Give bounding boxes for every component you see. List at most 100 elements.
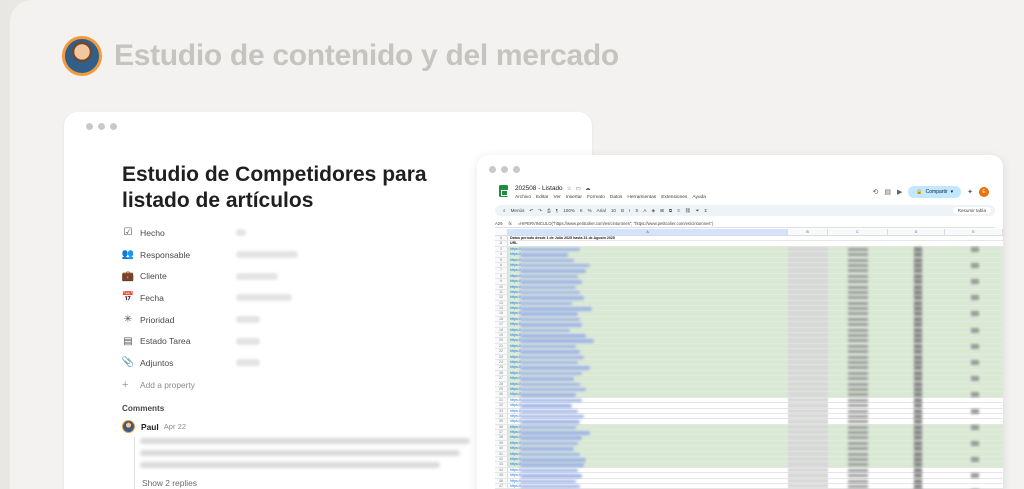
data-cell[interactable]: [788, 311, 828, 316]
data-cell[interactable]: [945, 322, 1003, 326]
data-cell[interactable]: [788, 338, 828, 343]
row-number[interactable]: 21: [495, 343, 508, 349]
data-cell[interactable]: [788, 424, 828, 430]
data-cell[interactable]: [945, 327, 1003, 333]
data-cell[interactable]: [888, 311, 945, 317]
row-number[interactable]: 23: [495, 354, 508, 359]
row-number[interactable]: 16: [495, 316, 508, 322]
data-cell[interactable]: [888, 262, 945, 268]
data-cell[interactable]: [828, 473, 888, 478]
zoom-select[interactable]: 100%: [563, 208, 575, 213]
data-cell[interactable]: [945, 359, 1003, 365]
row-number[interactable]: 6: [495, 262, 508, 268]
row-number[interactable]: 19: [495, 333, 508, 338]
data-cell[interactable]: [828, 279, 888, 284]
property-value-blurred[interactable]: [236, 229, 246, 237]
data-cell[interactable]: [888, 419, 945, 425]
data-cell[interactable]: [945, 376, 1003, 382]
data-cell[interactable]: [888, 338, 945, 344]
data-cell[interactable]: [788, 289, 828, 295]
url-cell[interactable]: https://: [508, 468, 788, 473]
undo-icon[interactable]: ↶: [529, 208, 533, 214]
video-call-icon[interactable]: ▶: [897, 188, 902, 196]
data-cell[interactable]: [788, 478, 828, 483]
data-cell[interactable]: [788, 349, 828, 354]
data-cell[interactable]: [888, 365, 945, 371]
data-cell[interactable]: [828, 322, 888, 327]
functions-icon[interactable]: Σ: [704, 208, 707, 213]
data-cell[interactable]: [828, 268, 888, 273]
row-number[interactable]: 11: [495, 289, 508, 295]
data-cell[interactable]: [828, 236, 888, 240]
data-cell[interactable]: [828, 365, 888, 370]
row-number[interactable]: 18: [495, 327, 508, 333]
data-cell[interactable]: [788, 467, 828, 473]
row-number[interactable]: 42: [495, 457, 508, 462]
data-cell[interactable]: [828, 344, 888, 348]
data-cell[interactable]: [945, 290, 1003, 294]
comment-author[interactable]: Paul: [141, 422, 159, 432]
data-cell[interactable]: [888, 386, 945, 392]
property-value-blurred[interactable]: [236, 337, 260, 345]
column-header[interactable]: B: [788, 229, 828, 235]
data-cell[interactable]: [945, 349, 1003, 353]
data-cell[interactable]: [945, 252, 1003, 256]
data-cell[interactable]: [945, 311, 1003, 317]
data-cell[interactable]: [945, 484, 1003, 488]
window-dot-icon[interactable]: [489, 166, 496, 173]
data-cell[interactable]: [788, 354, 828, 359]
data-cell[interactable]: [788, 295, 828, 300]
data-cell[interactable]: [888, 462, 945, 468]
data-cell[interactable]: [888, 268, 945, 274]
data-cell[interactable]: [888, 284, 945, 290]
data-cell[interactable]: [788, 273, 828, 279]
data-cell[interactable]: [945, 365, 1003, 369]
url-cell[interactable]: https://: [508, 252, 788, 257]
data-cell[interactable]: [788, 451, 828, 457]
column-header[interactable]: C: [828, 229, 888, 235]
url-cell[interactable]: https://: [508, 311, 788, 316]
data-cell[interactable]: [788, 279, 828, 284]
data-cell[interactable]: [788, 430, 828, 435]
data-cell[interactable]: [788, 408, 828, 413]
row-number[interactable]: 9: [495, 279, 508, 284]
select-all-corner[interactable]: [495, 229, 508, 235]
data-cell[interactable]: [945, 452, 1003, 456]
data-cell[interactable]: [888, 289, 945, 295]
url-cell[interactable]: https://: [508, 349, 788, 354]
data-cell[interactable]: [828, 306, 888, 311]
data-cell[interactable]: [788, 284, 828, 289]
row-number[interactable]: 46: [495, 478, 508, 483]
data-cell[interactable]: [828, 274, 888, 278]
data-cell[interactable]: [888, 430, 945, 436]
property-value-blurred[interactable]: [236, 359, 260, 367]
data-cell[interactable]: [788, 483, 828, 489]
data-cell[interactable]: [888, 333, 945, 339]
data-cell[interactable]: [788, 435, 828, 440]
paint-format-icon[interactable]: ¶: [556, 208, 558, 213]
data-cell[interactable]: [788, 376, 828, 381]
row-number[interactable]: 32: [495, 403, 508, 408]
url-cell[interactable]: https://: [508, 322, 788, 327]
data-cell[interactable]: [888, 440, 945, 446]
data-cell[interactable]: [828, 484, 888, 488]
url-cell[interactable]: https://: [508, 382, 788, 387]
url-cell[interactable]: URL: [508, 241, 788, 245]
row-number[interactable]: 44: [495, 467, 508, 473]
url-cell[interactable]: https://: [508, 333, 788, 338]
row-number[interactable]: 29: [495, 386, 508, 392]
data-cell[interactable]: [888, 413, 945, 419]
sheets-logo-icon[interactable]: [499, 185, 508, 197]
user-avatar[interactable]: E: [979, 187, 989, 197]
data-cell[interactable]: [945, 419, 1003, 423]
row-number[interactable]: 35: [495, 419, 508, 424]
notion-page-title[interactable]: Estudio de Competidores para listado de …: [122, 162, 482, 214]
property-row[interactable]: ▤ Estado Tarea: [122, 330, 442, 352]
data-cell[interactable]: [828, 398, 888, 402]
window-dot-icon[interactable]: [513, 166, 520, 173]
data-cell[interactable]: [828, 382, 888, 386]
data-cell[interactable]: [945, 435, 1003, 439]
data-cell[interactable]: [888, 241, 945, 245]
data-cell[interactable]: [888, 478, 945, 484]
data-cell[interactable]: [888, 343, 945, 349]
